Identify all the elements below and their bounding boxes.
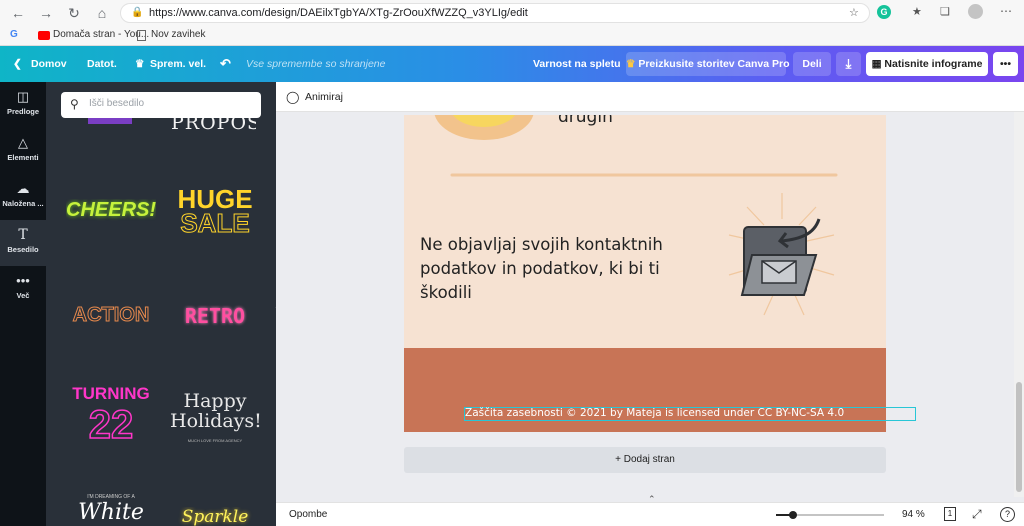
home-icon[interactable]: ⌂ xyxy=(92,4,112,22)
more-options-button[interactable]: ••• xyxy=(993,52,1018,76)
text-template-sale[interactable]: SALE xyxy=(170,210,260,236)
page-count-button[interactable]: 1 xyxy=(944,507,956,521)
bookmark-new-tab[interactable]: Nov zavihek xyxy=(151,29,205,40)
text-template-holidays[interactable]: Holidays! xyxy=(170,410,260,432)
text-template-turning[interactable]: TURNING xyxy=(66,384,156,404)
crown-icon: ♛ xyxy=(626,58,636,70)
page-text-main[interactable]: Ne objavljaj svojih kontaktnih podatkov … xyxy=(420,233,710,305)
search-icon: ⚲ xyxy=(70,97,79,111)
fullscreen-icon[interactable]: ⤢ xyxy=(972,507,982,522)
design-page[interactable]: drugih Ne objavljaj svojih kontaktnih po… xyxy=(404,115,886,432)
vertical-scrollbar[interactable] xyxy=(1014,112,1024,497)
upload-icon: ☁ xyxy=(16,181,30,196)
share-button[interactable]: Deli xyxy=(793,52,831,76)
folder-envelope-icon xyxy=(740,218,821,296)
text-template-happy[interactable]: Happy xyxy=(170,390,260,412)
object-panel-rail: ◫ Predloge △ Elementi ☁ Naložena ... T B… xyxy=(0,82,46,526)
google-icon[interactable]: G xyxy=(10,29,18,40)
template-icon: ◫ xyxy=(16,89,30,104)
browser-toolbar: ← → ↻ ⌂ 🔒 https://www.canva.com/design/D… xyxy=(0,0,1024,26)
bookmark-youtube[interactable]: Domača stran - You... xyxy=(53,29,149,40)
print-button[interactable]: ▦ Natisnite infograme xyxy=(866,52,988,76)
collections-icon[interactable]: ❏ xyxy=(940,5,950,18)
home-link[interactable]: Domov xyxy=(31,46,67,82)
text-template-cheers[interactable]: CHEERS! xyxy=(66,199,156,222)
download-icon[interactable]: ⤓ xyxy=(836,52,861,76)
forward-arrow-icon[interactable]: → xyxy=(36,4,56,22)
text-panel: ▬▬ PROPOSAL ⚲ Išči besedilo CHEERS! HUGE… xyxy=(46,82,276,526)
browser-menu-icon[interactable]: ⋯ xyxy=(1000,4,1012,18)
favorites-icon[interactable]: ★ xyxy=(912,5,922,18)
print-label: Natisnite infograme xyxy=(884,58,983,70)
text-icon: T xyxy=(18,227,28,243)
undo-icon[interactable]: ↶ xyxy=(220,46,231,82)
zoom-slider-handle[interactable] xyxy=(789,511,797,519)
context-toolbar: ◯ Animiraj xyxy=(276,82,1024,112)
crown-icon: ♛ xyxy=(135,58,145,70)
search-bar[interactable]: ⚲ Išči besedilo xyxy=(61,92,261,118)
rail-label: Naložena ... xyxy=(2,199,44,208)
rail-item-elements[interactable]: △ Elementi xyxy=(0,128,46,174)
zoom-level[interactable]: 94 % xyxy=(902,509,925,520)
text-template-retro[interactable]: RETRO xyxy=(170,304,260,328)
rail-item-text[interactable]: T Besedilo xyxy=(0,220,46,266)
help-button[interactable]: ? xyxy=(1000,507,1015,522)
page-text-top[interactable]: drugih xyxy=(558,115,613,127)
resize-menu[interactable]: Sprem. vel. xyxy=(150,46,206,82)
elements-icon: △ xyxy=(18,135,28,150)
rail-item-templates[interactable]: ◫ Predloge xyxy=(0,82,46,128)
youtube-icon xyxy=(38,31,50,40)
rail-label: Besedilo xyxy=(7,245,39,254)
editor-canvas-area: ◯ Animiraj drugih Ne objavljaj svojih ko… xyxy=(276,82,1024,526)
selection-overflow xyxy=(886,407,916,421)
rail-label: Elementi xyxy=(7,153,39,162)
editor-header: ❮ Domov Datot. ♛ Sprem. vel. ↶ Vse sprem… xyxy=(0,46,1024,82)
rail-item-more[interactable]: ••• Več xyxy=(0,266,46,312)
bookmarks-bar: G Domača stran - You... Nov zavihek xyxy=(0,26,1024,46)
lock-icon: 🔒 xyxy=(131,7,144,18)
add-page-button[interactable]: + Dodaj stran xyxy=(404,447,886,473)
notes-button[interactable]: Opombe xyxy=(289,509,327,520)
text-template-subline: MUCH LOVE FROM AGENCY xyxy=(187,438,243,443)
design-title[interactable]: Varnost na spletu xyxy=(533,46,621,82)
rail-label: Več xyxy=(16,291,30,300)
scroll-thumb[interactable] xyxy=(1016,382,1022,492)
chart-icon: ▦ xyxy=(871,58,882,70)
address-bar[interactable]: 🔒 https://www.canva.com/design/DAEilxTgb… xyxy=(120,3,870,23)
animate-button[interactable]: Animiraj xyxy=(305,91,343,103)
try-pro-button[interactable]: ♛ Preizkusite storitev Canva Pro xyxy=(626,52,790,76)
text-template-white[interactable]: White xyxy=(66,500,156,525)
rail-item-uploads[interactable]: ☁ Naložena ... xyxy=(0,174,46,220)
reload-icon[interactable]: ↻ xyxy=(64,4,84,22)
grammarly-extension-icon[interactable]: G xyxy=(877,5,891,19)
save-status: Vse spremembe so shranjene xyxy=(246,58,386,70)
profile-avatar[interactable] xyxy=(968,4,983,19)
rail-label: Predloge xyxy=(6,107,40,116)
page-icon xyxy=(137,30,146,41)
file-menu[interactable]: Datot. xyxy=(87,46,117,82)
text-template-huge[interactable]: HUGE xyxy=(170,186,260,212)
more-dots-icon: ••• xyxy=(16,273,30,288)
chevron-left-icon[interactable]: ❮ xyxy=(13,46,22,82)
text-template-22[interactable]: 22 xyxy=(66,402,156,448)
animate-icon: ◯ xyxy=(286,90,300,104)
search-input[interactable]: Išči besedilo xyxy=(89,98,144,109)
text-template-action[interactable]: ACTION xyxy=(66,304,156,327)
try-pro-label: Preizkusite storitev Canva Pro xyxy=(638,58,790,70)
favorite-star-icon[interactable]: ☆ xyxy=(849,6,859,19)
zoom-slider[interactable] xyxy=(776,511,884,519)
url-text: https://www.canva.com/design/DAEilxTgbYA… xyxy=(149,7,528,19)
back-arrow-icon[interactable]: ← xyxy=(8,4,28,22)
license-text[interactable]: Zaščita zasebnosti © 2021 by Mateja is l… xyxy=(465,407,844,419)
text-template-sparkle[interactable]: Sparkle xyxy=(170,507,260,526)
status-bar: Opombe 94 % 1 ⤢ ? xyxy=(276,502,1024,526)
